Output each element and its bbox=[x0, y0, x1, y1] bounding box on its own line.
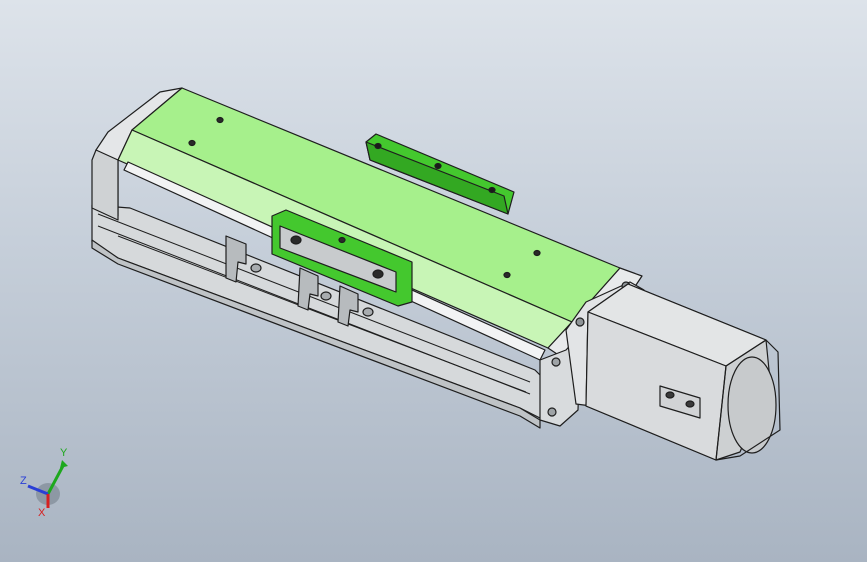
triad-x-label: X bbox=[38, 507, 46, 519]
connector-hole-1 bbox=[665, 391, 675, 399]
flange-bolt-1 bbox=[575, 317, 585, 327]
rear-bracket-hole-1 bbox=[374, 142, 382, 150]
sensor-nut-2 bbox=[320, 291, 332, 301]
carriage-hole-2 bbox=[372, 269, 384, 279]
connector-hole-2 bbox=[685, 400, 695, 408]
triad-y-label: Y bbox=[60, 447, 68, 459]
coordinate-triad[interactable]: Y Z X bbox=[14, 446, 80, 522]
cover-screw-4 bbox=[503, 271, 511, 279]
cover-screw-2 bbox=[188, 139, 196, 147]
triad-z-label: Z bbox=[20, 475, 27, 487]
rear-bracket-hole-3 bbox=[488, 186, 496, 194]
cover-screw-1 bbox=[216, 116, 224, 124]
rear-bracket-hole-2 bbox=[434, 162, 442, 170]
carriage-hole-3 bbox=[338, 236, 346, 244]
left-end-cap-face bbox=[91, 149, 119, 221]
cover-screw-3 bbox=[533, 249, 541, 257]
sensor-nut-3 bbox=[362, 307, 374, 317]
linear-actuator-model[interactable] bbox=[0, 0, 867, 562]
sensor-nut-1 bbox=[250, 263, 262, 273]
motor-end-cap bbox=[727, 356, 777, 454]
triad-y-arrow bbox=[60, 460, 68, 468]
end-block-bolt-1 bbox=[551, 357, 561, 367]
graphics-viewport[interactable]: Y Z X bbox=[0, 0, 867, 562]
carriage-hole-1 bbox=[290, 235, 302, 245]
end-block-bolt-2 bbox=[547, 407, 557, 417]
